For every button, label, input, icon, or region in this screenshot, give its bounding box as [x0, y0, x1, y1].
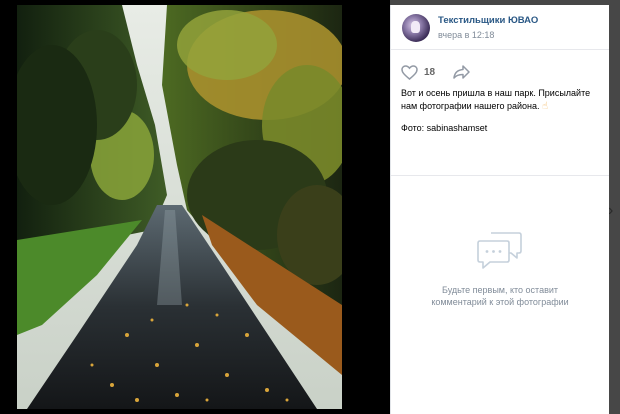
author-link[interactable]: Текстильщики ЮВАО [438, 15, 538, 26]
post-body: 18 Вот и осень пришла в наш парк. Присыл… [391, 50, 609, 176]
comments-empty-line2: комментарий к этой фотографии [431, 297, 569, 307]
comments-empty-state: Будьте первым, кто оставит комментарий к… [391, 231, 609, 308]
like-button[interactable]: 18 [401, 64, 436, 80]
speech-bubbles-icon [477, 232, 522, 269]
post-caption: Вот и осень пришла в наш парк. Присылайт… [401, 87, 599, 113]
pointing-finger-emoji: ☝ [541, 101, 549, 112]
post-time[interactable]: вчера в 12:18 [438, 30, 494, 40]
heart-outline-icon [401, 64, 418, 80]
avatar[interactable] [402, 14, 430, 42]
post-actions: 18 [401, 64, 599, 80]
share-button[interactable] [453, 65, 470, 79]
autumn-path-photo [17, 5, 342, 409]
comments-empty-line1: Будьте первым, кто оставит [441, 285, 559, 295]
post-photo[interactable] [17, 5, 342, 409]
post-info-panel: Текстильщики ЮВАО вчера в 12:18 18 Вот и… [390, 5, 609, 414]
photo-viewer[interactable] [0, 0, 390, 414]
photo-credit: Фото: sabinashamset [401, 123, 488, 133]
caption-text: Вот и осень пришла в наш парк. Присылайт… [401, 88, 591, 111]
share-arrow-icon [453, 65, 470, 79]
post-header: Текстильщики ЮВАО вчера в 12:18 [391, 5, 609, 50]
like-count: 18 [424, 66, 436, 78]
next-photo-arrow-icon[interactable]: › [608, 200, 620, 222]
